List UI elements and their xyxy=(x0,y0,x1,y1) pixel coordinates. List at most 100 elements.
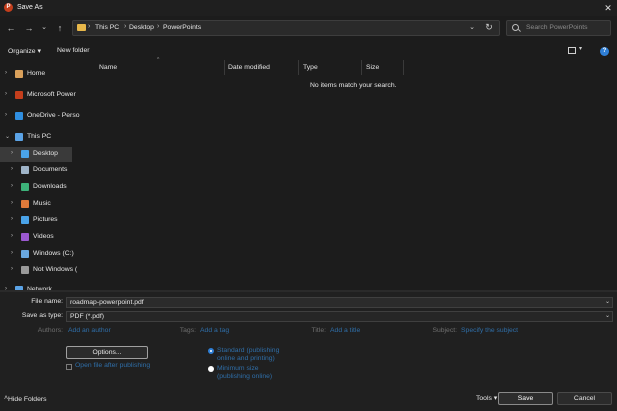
open-after-publishing-label[interactable]: Open file after publishing xyxy=(75,362,150,369)
chevron-right-icon[interactable]: › xyxy=(11,250,13,256)
chevron-right-icon: › xyxy=(124,23,127,30)
sidebar-item-label: This PC xyxy=(27,133,52,140)
save-type-select[interactable]: PDF (*.pdf) ⌄ xyxy=(66,311,613,322)
search-input[interactable]: Search PowerPoints xyxy=(526,24,588,31)
radio-minimum-size-label[interactable]: Minimum size (publishing online) xyxy=(217,365,281,380)
chevron-down-icon[interactable]: ⌄ xyxy=(5,133,10,140)
chevron-right-icon[interactable]: › xyxy=(11,200,13,206)
close-button[interactable]: ✕ xyxy=(602,2,614,14)
save-form-panel: File name: roadmap-powerpoint.pdf ⌄ Save… xyxy=(0,292,617,411)
sidebar-item-music[interactable]: › Music xyxy=(0,197,82,212)
column-header-name[interactable]: Name xyxy=(99,64,117,75)
breadcrumb-desktop[interactable]: Desktop xyxy=(129,24,154,31)
chevron-down-icon[interactable]: ⌄ xyxy=(605,298,610,307)
radio-standard[interactable] xyxy=(208,348,214,354)
sidebar-item-windows-c[interactable]: › Windows (C:) xyxy=(0,247,82,262)
back-button[interactable]: ← xyxy=(5,22,17,34)
help-icon[interactable]: ? xyxy=(600,47,609,56)
tags-label: Tags: xyxy=(179,327,196,334)
chevron-right-icon[interactable]: › xyxy=(5,70,7,76)
chevron-right-icon[interactable]: › xyxy=(11,216,13,222)
chevron-down-icon: ⌄ xyxy=(41,24,47,31)
sidebar-item-network[interactable]: › Network xyxy=(0,283,82,290)
chevron-down-icon: ⌄ xyxy=(469,24,475,31)
sidebar-item-label: Music xyxy=(33,200,51,207)
sidebar-item-label: Desktop xyxy=(33,150,58,157)
download-icon xyxy=(21,183,29,191)
sidebar-item-label: Microsoft Power xyxy=(27,91,76,98)
folder-icon xyxy=(77,24,86,31)
drive-icon xyxy=(21,266,29,274)
tools-label: Tools xyxy=(476,395,492,402)
empty-list-message: No items match your search. xyxy=(310,82,397,89)
pictures-icon xyxy=(21,216,29,224)
sidebar-item-pictures[interactable]: › Pictures xyxy=(0,213,82,228)
address-history-button[interactable]: ⌄ xyxy=(467,23,477,33)
tools-button[interactable]: Tools ▾ xyxy=(476,394,497,402)
search-icon xyxy=(512,24,519,31)
authors-input[interactable]: Add an author xyxy=(68,327,111,334)
sidebar-item-documents[interactable]: › Documents xyxy=(0,163,82,178)
address-bar[interactable]: › This PC › Desktop › PowerPoints ⌄ ↻ xyxy=(72,20,500,36)
forward-button[interactable]: → xyxy=(23,22,35,34)
hide-folders-button[interactable]: Hide Folders xyxy=(8,396,47,403)
title-label: Title: xyxy=(311,327,326,334)
column-divider[interactable] xyxy=(224,60,225,75)
chevron-right-icon: › xyxy=(88,23,91,30)
breadcrumb-powerpoints[interactable]: PowerPoints xyxy=(163,24,201,31)
organize-button[interactable]: Organize ▾ xyxy=(8,47,41,55)
save-type-label: Save as type: xyxy=(21,312,63,319)
new-folder-button[interactable]: New folder xyxy=(57,47,90,54)
file-name-field[interactable]: roadmap-powerpoint.pdf ⌄ xyxy=(66,297,613,308)
subject-input[interactable]: Specify the subject xyxy=(461,327,518,334)
save-button[interactable]: Save xyxy=(498,392,553,405)
sidebar-item-this-pc[interactable]: ⌄ This PC xyxy=(0,130,82,145)
chevron-right-icon[interactable]: › xyxy=(11,266,13,272)
cancel-button[interactable]: Cancel xyxy=(557,392,612,405)
drive-icon xyxy=(21,250,29,258)
sidebar-item-label: Pictures xyxy=(33,216,58,223)
sidebar-item-label: OneDrive - Perso xyxy=(27,112,80,119)
chevron-right-icon[interactable]: › xyxy=(5,112,7,118)
chevron-down-icon: ▾ xyxy=(493,395,498,402)
chevron-right-icon[interactable]: › xyxy=(11,150,13,156)
sidebar-item-videos[interactable]: › Videos xyxy=(0,230,82,245)
music-icon xyxy=(21,200,29,208)
sidebar-item-label: Not Windows ( xyxy=(33,266,78,273)
up-button[interactable]: ↑ xyxy=(54,22,66,34)
save-type-value: PDF (*.pdf) xyxy=(70,313,104,320)
column-header-date-modified[interactable]: Date modified xyxy=(228,64,270,75)
tags-input[interactable]: Add a tag xyxy=(200,327,229,334)
arrow-up-icon: ↑ xyxy=(57,23,63,33)
sidebar-item-microsoft-power[interactable]: › Microsoft Power xyxy=(0,88,82,103)
powerpoint-icon xyxy=(15,91,23,99)
chevron-right-icon[interactable]: › xyxy=(11,166,13,172)
radio-standard-label[interactable]: Standard (publishing online and printing… xyxy=(217,347,287,362)
breadcrumb-this-pc[interactable]: This PC xyxy=(95,24,119,31)
sidebar-item-label: Videos xyxy=(33,233,54,240)
chevron-right-icon[interactable]: › xyxy=(11,233,13,239)
column-divider[interactable] xyxy=(298,60,299,75)
sidebar-item-downloads[interactable]: › Downloads xyxy=(0,180,82,195)
column-header-size[interactable]: Size xyxy=(366,64,379,75)
open-after-publishing-checkbox[interactable] xyxy=(66,364,72,370)
sidebar-item-desktop[interactable]: › Desktop xyxy=(0,147,72,162)
sidebar-item-label: Documents xyxy=(33,166,68,173)
title-input[interactable]: Add a title xyxy=(330,327,360,334)
computer-icon xyxy=(15,133,23,141)
options-button[interactable]: Options... xyxy=(66,346,148,359)
sidebar-item-label: Downloads xyxy=(33,183,67,190)
sidebar-item-home[interactable]: › Home xyxy=(0,67,82,82)
recent-locations-button[interactable]: ⌄ xyxy=(38,22,50,34)
radio-minimum-size[interactable] xyxy=(208,366,214,372)
sidebar-item-onedrive-perso[interactable]: › OneDrive - Perso xyxy=(0,109,82,124)
search-box[interactable]: Search PowerPoints xyxy=(506,20,611,36)
column-header-type[interactable]: Type xyxy=(303,64,318,75)
column-divider[interactable] xyxy=(403,60,404,75)
sidebar-item-not-windows[interactable]: › Not Windows ( xyxy=(0,263,82,278)
view-options-button[interactable]: ▾ xyxy=(566,45,586,57)
chevron-right-icon[interactable]: › xyxy=(11,183,13,189)
column-divider[interactable] xyxy=(361,60,362,75)
chevron-right-icon[interactable]: › xyxy=(5,91,7,97)
refresh-button[interactable]: ↻ xyxy=(483,22,495,34)
